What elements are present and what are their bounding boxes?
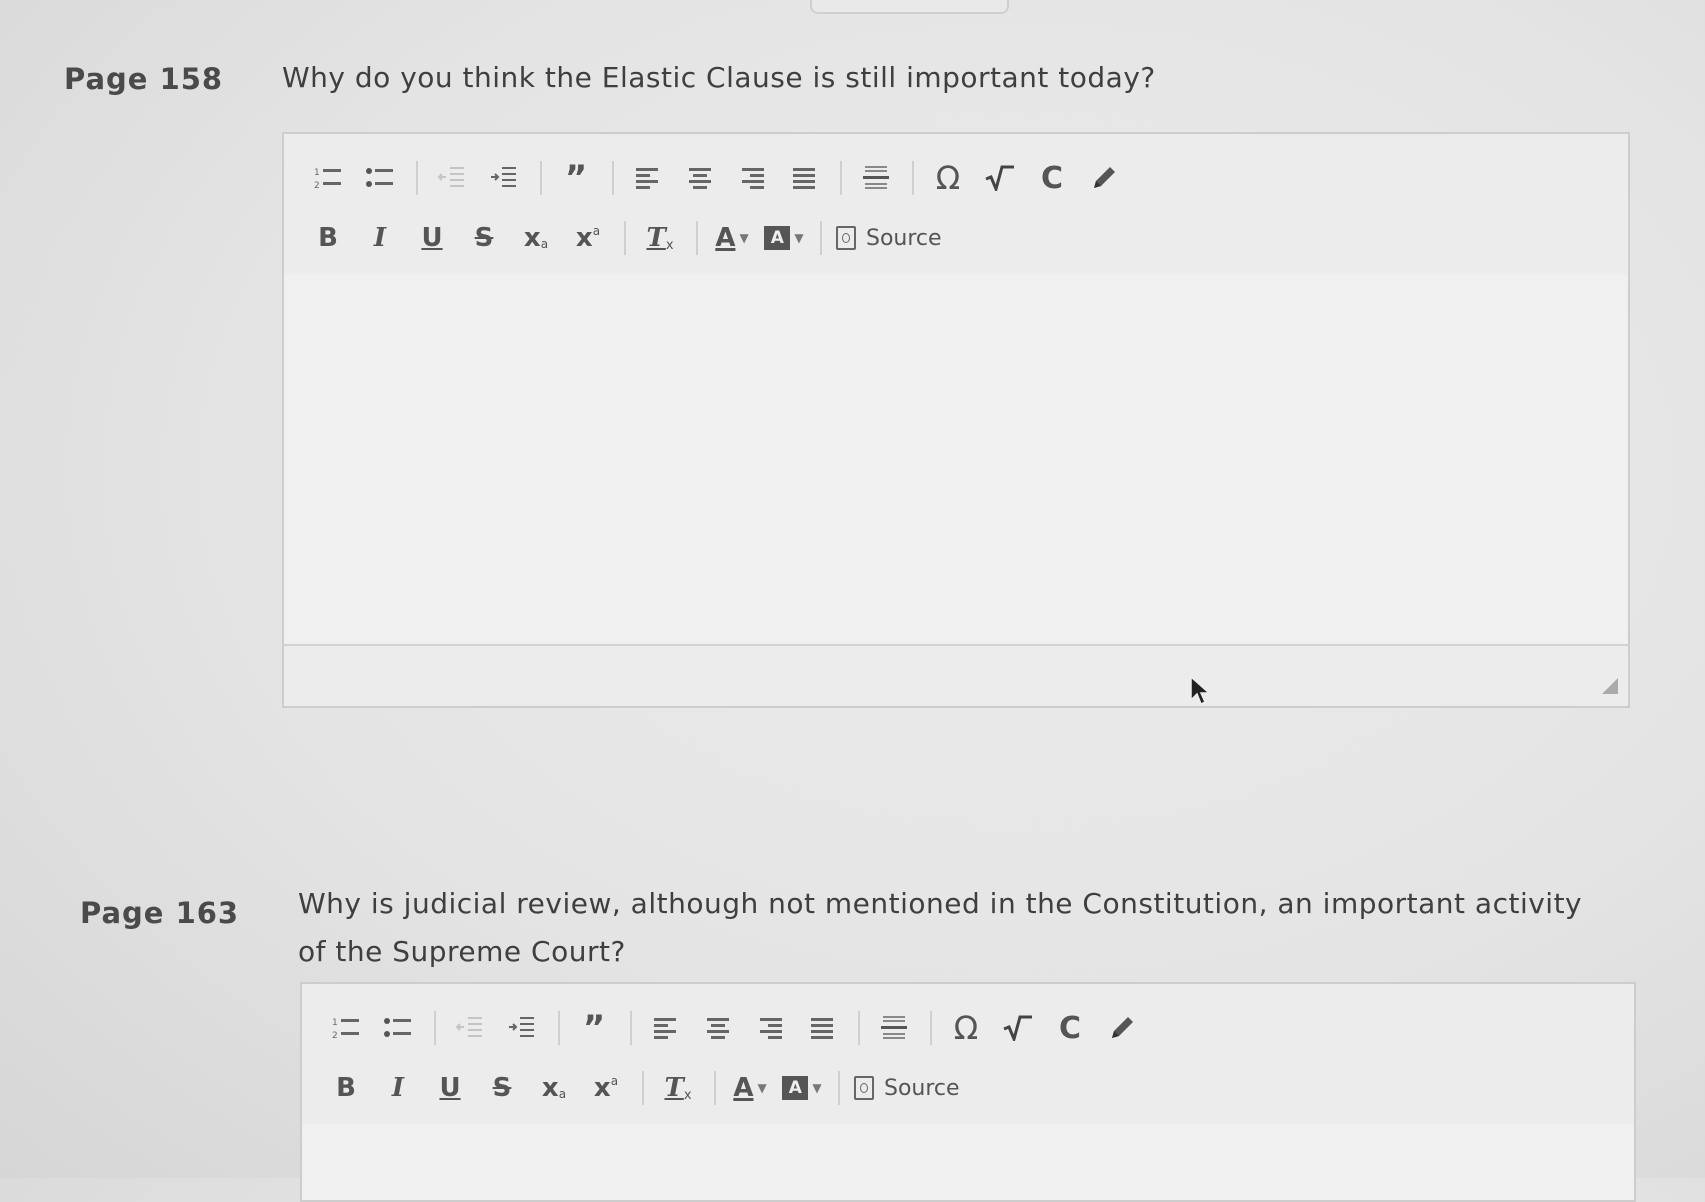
copy-format-icon[interactable]: C [1032, 158, 1072, 198]
strikethrough-button[interactable]: S [482, 1068, 522, 1108]
question-prompt: Why is judicial review, although not men… [298, 887, 1583, 920]
editor-content-area[interactable] [284, 274, 1628, 644]
align-center-icon[interactable] [680, 158, 720, 198]
subscript-button[interactable]: xa [516, 218, 556, 258]
math-icon[interactable] [998, 1008, 1038, 1048]
editor-toolbar: 12 ” Ω C B I U S x a x a T x A ▼ A ▼ Sou… [302, 984, 1634, 1126]
special-character-icon[interactable]: Ω [928, 158, 968, 198]
toolbar-row-1: 12 ” Ω C [308, 156, 1136, 200]
page-label: Page 163 [80, 896, 240, 930]
source-icon [836, 226, 856, 250]
strikethrough-button[interactable]: S [464, 218, 504, 258]
horizontal-rule-icon[interactable] [856, 158, 896, 198]
italic-button[interactable]: I [378, 1068, 418, 1108]
blockquote-icon[interactable]: ” [556, 158, 596, 198]
source-label: Source [884, 1075, 960, 1101]
underline-button[interactable]: U [412, 218, 452, 258]
background-color-button[interactable]: A ▼ [782, 1068, 822, 1108]
remove-format-button[interactable]: Tx [658, 1068, 698, 1108]
toolbar-separator [696, 221, 698, 255]
underline-button[interactable]: U [430, 1068, 470, 1108]
toolbar-separator [624, 221, 626, 255]
toolbar-separator [630, 1011, 632, 1045]
bulleted-list-icon[interactable] [360, 158, 400, 198]
numbered-list-icon[interactable]: 12 [308, 158, 348, 198]
toolbar-separator [714, 1071, 716, 1105]
remove-format-button[interactable]: Tx [640, 218, 680, 258]
toolbar-separator [930, 1011, 932, 1045]
rich-text-editor: 12 ” Ω C B I U S x a x a T x A ▼ A ▼ Sou… [282, 132, 1630, 708]
editor-statusbar [284, 644, 1628, 706]
numbered-list-icon[interactable]: 12 [326, 1008, 366, 1048]
svg-text:2: 2 [332, 1031, 338, 1041]
text-color-button[interactable]: A ▼ [712, 218, 752, 258]
resize-grip-icon[interactable] [1602, 678, 1618, 694]
svg-text:2: 2 [314, 181, 320, 191]
toolbar-separator [840, 161, 842, 195]
align-left-icon[interactable] [628, 158, 668, 198]
special-character-icon[interactable]: Ω [946, 1008, 986, 1048]
toolbar-row-2: B I U S xa xa Tx A ▼ A ▼ Source [326, 1066, 972, 1110]
toolbar-separator [558, 1011, 560, 1045]
italic-button[interactable]: I [360, 218, 400, 258]
horizontal-rule-icon[interactable] [874, 1008, 914, 1048]
toolbar-separator [820, 221, 822, 255]
toolbar-separator [838, 1071, 840, 1105]
mouse-cursor-icon [1190, 676, 1211, 706]
question-prompt: Why do you think the Elastic Clause is s… [282, 61, 1156, 94]
toolbar-separator [434, 1011, 436, 1045]
copy-format-icon[interactable]: C [1050, 1008, 1090, 1048]
bold-button[interactable]: B [326, 1068, 366, 1108]
svg-text:1: 1 [332, 1018, 338, 1028]
page-label: Page 158 [64, 62, 224, 96]
math-icon[interactable] [980, 158, 1020, 198]
justify-icon[interactable] [802, 1008, 842, 1048]
rich-text-editor: 12 ” Ω C B I U S x a x a T x A ▼ A ▼ Sou… [300, 982, 1636, 1202]
bold-button[interactable]: B [308, 218, 348, 258]
draw-icon[interactable] [1084, 158, 1124, 198]
justify-icon[interactable] [784, 158, 824, 198]
top-tab [810, 0, 1009, 14]
blockquote-icon[interactable]: ” [574, 1008, 614, 1048]
align-left-icon[interactable] [646, 1008, 686, 1048]
align-right-icon[interactable] [732, 158, 772, 198]
superscript-button[interactable]: xa [586, 1068, 626, 1108]
text-color-button[interactable]: A ▼ [730, 1068, 770, 1108]
toolbar-separator [416, 161, 418, 195]
draw-icon[interactable] [1102, 1008, 1142, 1048]
superscript-button[interactable]: xa [568, 218, 608, 258]
toolbar-separator [540, 161, 542, 195]
bulleted-list-icon[interactable] [378, 1008, 418, 1048]
increase-indent-icon[interactable] [484, 158, 524, 198]
toolbar-separator [612, 161, 614, 195]
align-right-icon[interactable] [750, 1008, 790, 1048]
source-label: Source [866, 225, 942, 251]
editor-toolbar: 12 ” Ω C B I U S x a x a T x A ▼ A ▼ Sou… [284, 134, 1628, 276]
source-icon [854, 1076, 874, 1100]
question-prompt-continued: of the Supreme Court? [298, 935, 626, 968]
increase-indent-icon[interactable] [502, 1008, 542, 1048]
toolbar-separator [858, 1011, 860, 1045]
source-button[interactable]: Source [836, 218, 942, 258]
subscript-button[interactable]: xa [534, 1068, 574, 1108]
decrease-indent-icon[interactable] [432, 158, 472, 198]
toolbar-separator [912, 161, 914, 195]
editor-content-area[interactable] [302, 1124, 1634, 1200]
align-center-icon[interactable] [698, 1008, 738, 1048]
toolbar-row-2: B I U S xa xa Tx A ▼ A ▼ Source [308, 216, 954, 260]
svg-text:1: 1 [314, 168, 320, 178]
toolbar-separator [642, 1071, 644, 1105]
toolbar-row-1: 12 ” Ω C [326, 1006, 1154, 1050]
source-button[interactable]: Source [854, 1068, 960, 1108]
background-color-button[interactable]: A ▼ [764, 218, 804, 258]
decrease-indent-icon[interactable] [450, 1008, 490, 1048]
